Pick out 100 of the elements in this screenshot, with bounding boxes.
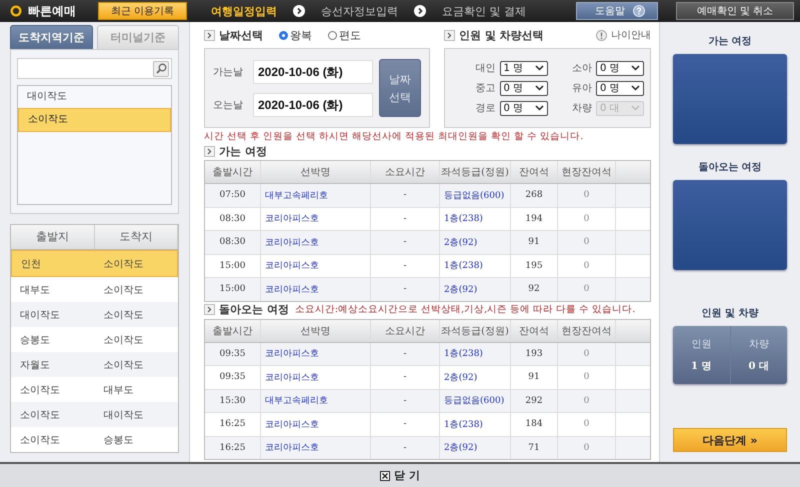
table-link[interactable]: 코리아피스호 (261, 342, 371, 365)
notice-text: 시간 선택 후 인원을 선택 하시면 해당선사에 적용된 최대인원을 확인 할 수 있습니다. (204, 130, 584, 143)
table-link[interactable]: 2층(92) (440, 278, 511, 300)
table-link[interactable]: 등급없음(600) (440, 184, 511, 206)
count-dropdown[interactable]: 0 명 (500, 80, 548, 96)
table-link[interactable]: 1층(238) (440, 208, 511, 230)
table-cell-text: 대이작도 (102, 408, 144, 422)
recent-history-button[interactable]: 최근 이용기록 (98, 2, 188, 20)
help-button[interactable]: 도움말 (576, 2, 658, 20)
booking-check-button[interactable]: 예매확인 및 취소 (676, 2, 794, 20)
schedule-row[interactable]: 08:30 코리아피스호 - 2층(92) 91 0 (205, 231, 650, 254)
route-row[interactable]: 소이작도 대이작도 (11, 402, 178, 427)
table-cell: 0 (558, 254, 616, 277)
table-link[interactable]: 코리아피스호 (261, 436, 371, 459)
table-link[interactable]: 1층(238) (440, 413, 511, 436)
table-cell: 08:30 (205, 208, 261, 230)
close-icon (380, 470, 390, 480)
column-header: 선박명 (261, 320, 371, 342)
field-label: 유아 (572, 82, 592, 95)
table-cell-text: 소이작도 (19, 384, 61, 396)
table-link[interactable]: 대부고속페리호 (261, 390, 371, 412)
count-dropdown[interactable]: 1 명 (500, 60, 548, 76)
table-link[interactable]: 등급없음(600) (440, 390, 511, 412)
radio-button[interactable] (328, 30, 337, 40)
table-link[interactable]: 코리아피스호 (261, 231, 371, 254)
step-label: 요금확인 및 결제 (442, 4, 526, 18)
search-field[interactable] (17, 58, 172, 79)
table-cell-text: 대부도 (102, 384, 134, 396)
table-cell: 0 (558, 366, 616, 388)
table-cell-text: 소이작도 (19, 408, 61, 422)
table-link[interactable]: 코리아피스호 (261, 413, 371, 436)
table-cell: 292 (511, 390, 558, 412)
route-row[interactable]: 인천 소이작도 (11, 250, 178, 277)
table-cell: - (371, 208, 440, 230)
table-cell-text: 인천 (20, 258, 42, 270)
close-button[interactable]: 닫 기 (374, 467, 426, 484)
route-row[interactable]: 승봉도 소이작도 (11, 327, 178, 352)
count-dropdown[interactable]: 0 명 (500, 100, 548, 116)
route-row[interactable]: 소이작도 승봉도 (11, 427, 178, 452)
table-cell-text: 자월도 (19, 358, 51, 372)
summary-value: 1 명 (691, 360, 712, 373)
table-cell: - (371, 342, 440, 365)
date-field[interactable]: 2020-10-06 (화) (253, 60, 373, 84)
table-cell: 0 (558, 390, 616, 412)
summary-label: 인원 (691, 338, 712, 351)
table-link[interactable]: 1층(238) (440, 254, 511, 277)
table-cell-text: 승봉도 (19, 334, 51, 346)
table-cell: 0 (558, 231, 616, 254)
route-row[interactable]: 자월도 소이작도 (11, 352, 178, 377)
app-title: 빠른예매 (28, 2, 76, 20)
duration-note: 소요시간:예상소요시간으로 선박상태,기상,시즌 등에 따라 다를 수 있습니다. (294, 303, 636, 316)
table-link[interactable]: 코리아피스호 (261, 366, 371, 388)
section-title: 날짜선택 (219, 28, 263, 42)
schedule-row[interactable]: 07:50 대부고속페리호 - 등급없음(600) 268 0 (205, 184, 650, 208)
table-cell-text: 소이작도 (102, 308, 144, 322)
table-link[interactable]: 1층(238) (440, 342, 511, 365)
table-link[interactable]: 2층(92) (440, 231, 511, 254)
caret-icon (534, 85, 544, 91)
table-cell: 0 (558, 184, 616, 206)
date-field[interactable]: 2020-10-06 (화) (253, 92, 373, 116)
search-icon[interactable] (153, 60, 169, 76)
caret-icon (534, 105, 544, 111)
region-item[interactable]: 대이작도 (18, 86, 171, 108)
field-label: 대인 (476, 62, 496, 75)
summary-label: 차량 (748, 338, 769, 351)
schedule-row[interactable]: 09:35 코리아피스호 - 1층(238) 193 0 (205, 342, 650, 366)
section-title: 인원 및 차량선택 (459, 28, 544, 42)
radio-label: 편도 (339, 28, 361, 42)
table-cell-text: 소이작도 (102, 284, 144, 296)
schedule-row[interactable]: 15:00 코리아피스호 - 2층(92) 92 0 (205, 278, 650, 300)
schedule-row[interactable]: 16:25 코리아피스호 - 2층(92) 71 0 (205, 436, 650, 459)
table-cell: - (371, 413, 440, 436)
table-link[interactable]: 2층(92) (440, 436, 511, 459)
table-cell: 91 (511, 231, 558, 254)
next-step-button[interactable]: 다음단계 » (673, 428, 787, 452)
schedule-row[interactable]: 15:30 대부고속페리호 - 등급없음(600) 292 0 (205, 390, 650, 413)
table-link[interactable]: 코리아피스호 (261, 208, 371, 230)
route-row[interactable]: 소이작도 대부도 (11, 377, 178, 402)
route-row[interactable]: 대부도 소이작도 (11, 277, 178, 302)
step-label: 승선자정보입력 (321, 4, 398, 18)
section-title: 가는 여정 (219, 144, 267, 158)
count-dropdown[interactable]: 0 명 (596, 60, 644, 76)
tab[interactable]: 도착지역기준 (10, 25, 92, 49)
route-row[interactable]: 대이작도 소이작도 (11, 302, 178, 327)
column-header: 잔여석 (511, 161, 558, 183)
table-cell: - (371, 436, 440, 459)
field-label: 차량 (572, 102, 592, 115)
table-cell: 193 (511, 342, 558, 365)
table-link[interactable]: 2층(92) (440, 366, 511, 388)
count-dropdown[interactable]: 0 명 (596, 80, 644, 96)
radio-button[interactable] (279, 30, 288, 40)
age-info-link[interactable]: 나이안내 (611, 28, 651, 42)
caret-icon (631, 85, 640, 91)
field-label: 가는날 (213, 66, 244, 78)
table-link[interactable]: 코리아피스호 (261, 254, 371, 277)
region-item[interactable]: 소이작도 (18, 108, 171, 132)
table-link[interactable]: 코리아피스호 (261, 278, 371, 300)
date-pick-button[interactable]: 날짜 선택 (379, 59, 421, 117)
table-cell-text: 소이작도 (102, 358, 144, 372)
table-link[interactable]: 대부고속페리호 (261, 184, 371, 206)
